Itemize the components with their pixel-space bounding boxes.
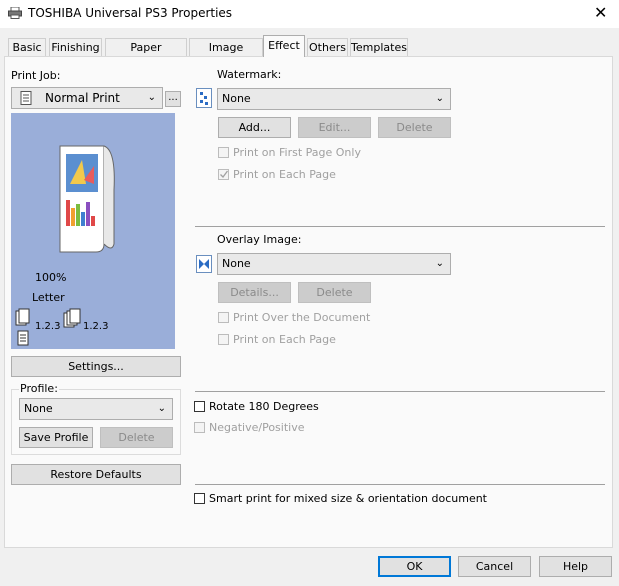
watermark-label: Watermark: [217,68,282,81]
stapled-pages-icon [15,308,30,346]
chevron-down-icon: ⌄ [157,403,166,414]
collate-label-b: 1.2.3 [83,321,109,332]
overlay-image-icon [196,255,212,273]
chevron-down-icon: ⌄ [435,93,444,104]
over-document-checkbox[interactable] [218,312,229,323]
preview-page-icon [59,145,115,253]
chevron-down-icon: ⌄ [435,258,444,269]
divider [195,226,605,227]
collated-pages-icon [63,308,81,328]
checkmark-icon [220,170,228,178]
preview-zoom: 100% [35,271,67,284]
profile-value: None [24,402,53,415]
watermark-select[interactable]: None ⌄ [217,88,451,110]
collate-label-a: 1.2.3 [35,321,61,332]
delete-watermark-button[interactable]: Delete [378,117,451,138]
settings-button[interactable]: Settings... [11,356,181,377]
profile-label: Profile: [19,382,59,395]
overlay-label: Overlay Image: [217,233,302,246]
edit-watermark-button[interactable]: Edit... [298,117,371,138]
print-job-label: Print Job: [11,69,61,82]
overlay-each-page-checkbox[interactable] [218,334,229,345]
watermark-value: None [222,92,251,105]
over-document-label: Print Over the Document [233,311,371,324]
more-button[interactable]: ... [165,91,181,107]
document-icon [20,91,32,105]
delete-profile-button[interactable]: Delete [100,427,173,448]
chevron-down-icon: ⌄ [147,92,156,103]
preview-paper-size: Letter [32,291,65,304]
rotate-180-checkbox[interactable] [194,401,205,412]
watermark-each-page-label: Print on Each Page [233,168,336,181]
restore-defaults-button[interactable]: Restore Defaults [11,464,181,485]
profile-select[interactable]: None ⌄ [19,398,173,420]
divider [195,391,605,392]
watermark-each-page-checkbox[interactable] [218,169,229,180]
save-profile-button[interactable]: Save Profile [19,427,93,448]
smart-print-checkbox[interactable] [194,493,205,504]
overlay-value: None [222,257,251,270]
overlay-details-button[interactable]: Details... [218,282,291,303]
divider [195,484,605,485]
add-watermark-button[interactable]: Add... [218,117,291,138]
smart-print-label: Smart print for mixed size & orientation… [209,492,487,505]
negative-positive-checkbox[interactable] [194,422,205,433]
first-page-only-label: Print on First Page Only [233,146,361,159]
print-job-select[interactable]: Normal Print ⌄ [11,87,163,109]
overlay-select[interactable]: None ⌄ [217,253,451,275]
print-preview: 100% Letter 1.2.3 1.2.3 [11,113,175,349]
print-job-value: Normal Print [45,91,120,105]
watermark-icon [196,88,212,108]
negative-positive-label: Negative/Positive [209,421,305,434]
overlay-delete-button[interactable]: Delete [298,282,371,303]
first-page-only-checkbox[interactable] [218,147,229,158]
rotate-180-label: Rotate 180 Degrees [209,400,319,413]
overlay-each-page-label: Print on Each Page [233,333,336,346]
